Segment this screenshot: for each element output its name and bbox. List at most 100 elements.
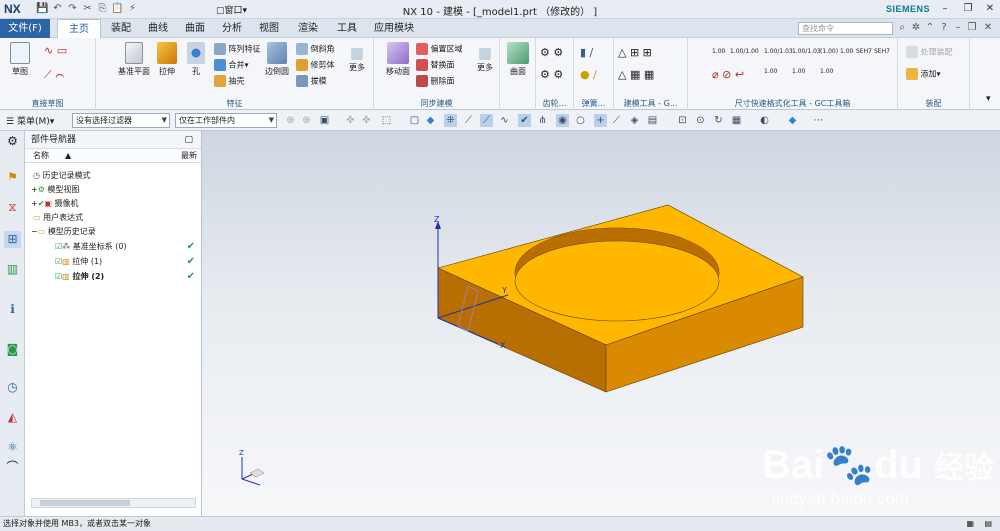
history-icon[interactable]: ◷: [4, 379, 21, 396]
file-menu[interactable]: 文件(F): [0, 19, 50, 38]
shell-button[interactable]: 抽壳: [214, 75, 245, 87]
select-all-icon[interactable]: ▢: [408, 114, 421, 127]
tree-item-model-views[interactable]: +⚙ 模型视图: [31, 183, 79, 197]
tab-tools[interactable]: 工具: [330, 19, 364, 38]
chamfer-button[interactable]: 倒斜角: [296, 43, 335, 55]
center-snap-icon[interactable]: ◉: [556, 114, 569, 127]
tangent-snap-icon[interactable]: ⋔: [536, 114, 549, 127]
gear-tools2-icon[interactable]: ⚙ ⚙: [540, 68, 563, 81]
paste-icon[interactable]: 📋: [111, 2, 124, 16]
tree-item-extrude-1[interactable]: ☑▥ 拉伸 (1) ✔: [55, 255, 195, 269]
line-arc-icon[interactable]: ⟋ ⌒: [44, 68, 64, 82]
add-component-button[interactable]: 添加▾: [906, 68, 941, 80]
curve-snap-icon[interactable]: ∿: [498, 114, 511, 127]
sort-asc-icon[interactable]: ▲: [65, 149, 71, 163]
web-browser-icon[interactable]: ◙: [4, 341, 21, 358]
dim-format-5[interactable]: (1.00): [820, 48, 838, 55]
render-style-icon[interactable]: ◐: [758, 114, 771, 127]
tree-item-model-history[interactable]: −▭ 模型历史记录: [31, 225, 96, 239]
tab-view[interactable]: 视图: [252, 19, 286, 38]
redo-icon[interactable]: ↷: [66, 2, 79, 16]
status-icon-2[interactable]: ▤: [984, 517, 992, 531]
tab-analysis[interactable]: 分析: [215, 19, 249, 38]
datum-plane-button[interactable]: 基准平面: [116, 42, 152, 77]
quadrant-snap-icon[interactable]: +: [594, 114, 607, 127]
tab-applications[interactable]: 应用模块: [368, 19, 420, 38]
column-name[interactable]: 名称: [33, 151, 49, 160]
trim-body-button[interactable]: 修剪体: [296, 59, 335, 71]
close-button[interactable]: ✕: [983, 2, 997, 16]
tree-item-extrude-2[interactable]: ☑▥ 拉伸 (2) ✔: [55, 270, 195, 284]
tab-assembly[interactable]: 装配: [104, 19, 138, 38]
dim-format-7[interactable]: SEH7: [856, 48, 872, 55]
sketch-button[interactable]: 草图: [5, 42, 35, 77]
modeling-tools-icon[interactable]: △ ⊞ ⊞: [618, 46, 652, 59]
scrollbar-thumb[interactable]: [40, 500, 130, 506]
surface-button[interactable]: 曲面: [504, 42, 532, 77]
tab-home[interactable]: 主页: [57, 19, 101, 38]
zoom-icon[interactable]: ⊙: [694, 114, 707, 127]
dim-format-6[interactable]: 1.00: [840, 48, 853, 55]
existing-point-icon[interactable]: ⟋: [610, 114, 623, 127]
horizontal-scrollbar[interactable]: [31, 498, 196, 508]
cut-icon[interactable]: ✂: [81, 2, 94, 16]
spring2-icon[interactable]: ● ∕: [580, 68, 597, 81]
dim-format-1[interactable]: 1.00: [712, 48, 725, 55]
restore-button[interactable]: ❐: [961, 2, 975, 16]
selection-filter-select[interactable]: 没有选择过滤器 ▼: [72, 113, 170, 128]
hole-button[interactable]: 孔: [184, 42, 208, 77]
menu-button[interactable]: ☰ 菜单(M)▾: [6, 114, 54, 127]
selection-intent2-icon[interactable]: ✜: [360, 114, 373, 127]
gear-tools-icon[interactable]: ⚙ ⚙: [540, 46, 563, 59]
sync-more-button[interactable]: 更多: [472, 48, 498, 73]
cube-select-icon[interactable]: ◆: [424, 114, 437, 127]
more-view-icon[interactable]: ⋯: [812, 114, 825, 127]
line-snap-icon[interactable]: ⟋: [462, 114, 475, 127]
settings-icon[interactable]: ✲: [910, 22, 922, 34]
status-icon-1[interactable]: ▦: [966, 517, 974, 531]
constraint-navigator-icon[interactable]: ⧖: [4, 199, 21, 216]
expand-icon[interactable]: +: [31, 199, 38, 208]
ribbon-options-icon[interactable]: ▾: [986, 94, 991, 104]
endpoint-icon[interactable]: ◈: [628, 114, 641, 127]
window-restore-icon[interactable]: ❐: [966, 22, 978, 34]
draft-button[interactable]: 拔模: [296, 75, 327, 87]
tree-item-cameras[interactable]: +✔▣ 摄像机: [31, 197, 79, 211]
dim-format-2[interactable]: 1.00/1.00: [730, 48, 759, 55]
rect-select-icon[interactable]: ⬚: [380, 114, 393, 127]
filter2-icon[interactable]: ⊕: [300, 114, 313, 127]
dim-format-11[interactable]: 1.00: [820, 68, 833, 75]
dim-clear-icons[interactable]: ⌀ ⊘ ↩: [712, 68, 744, 81]
filter-icon[interactable]: ⊕: [284, 114, 297, 127]
collapse-icon[interactable]: −: [31, 227, 38, 236]
column-latest[interactable]: 最新: [181, 149, 197, 163]
tree-item-user-expressions[interactable]: ▭ 用户表达式: [33, 211, 83, 225]
unite-button[interactable]: 合并▾: [214, 59, 249, 71]
replace-face-button[interactable]: 替换面: [416, 59, 455, 71]
curve-tools-icon[interactable]: ∿ ▭: [44, 44, 67, 57]
minimize-button[interactable]: –: [938, 2, 952, 16]
window-close-icon[interactable]: ✕: [982, 22, 994, 34]
roles-icon[interactable]: ⌒: [4, 459, 21, 476]
maximize-icon[interactable]: ▢: [184, 131, 193, 149]
dim-format-4[interactable]: 1.00/1.03: [792, 48, 821, 55]
help-icon[interactable]: ?: [938, 22, 950, 34]
tree-item-datum-csys[interactable]: ☑⁂ 基准坐标系 (0) ✔: [55, 240, 195, 254]
scope-select[interactable]: 仅在工作部件内 ▼: [175, 113, 277, 128]
tab-surface[interactable]: 曲面: [178, 19, 212, 38]
graphics-viewport[interactable]: Z X Y Z Bai🐾du 经验 jingyan.baidu.com: [202, 131, 1000, 516]
modeling-tools2-icon[interactable]: △ ▦ ▦: [618, 68, 654, 81]
palette-icon[interactable]: ◭: [4, 409, 21, 426]
save-icon[interactable]: 💾: [36, 2, 49, 16]
command-search-input[interactable]: 查找命令: [798, 22, 893, 35]
tree-item-history-mode[interactable]: ◷ 历史记录模式: [33, 169, 91, 183]
spring-icon[interactable]: ▮ ∕: [580, 46, 593, 59]
delete-face-button[interactable]: 删除面: [416, 75, 455, 87]
dim-format-8[interactable]: SEH7: [874, 48, 890, 55]
circle-snap-icon[interactable]: ○: [574, 114, 587, 127]
tab-render[interactable]: 渲染: [289, 19, 327, 38]
select-type-icon[interactable]: ▣: [318, 114, 331, 127]
process-assembly-button[interactable]: 处理装配: [906, 46, 953, 58]
undo-icon[interactable]: ↶: [51, 2, 64, 16]
move-face-button[interactable]: 移动面: [382, 42, 414, 77]
